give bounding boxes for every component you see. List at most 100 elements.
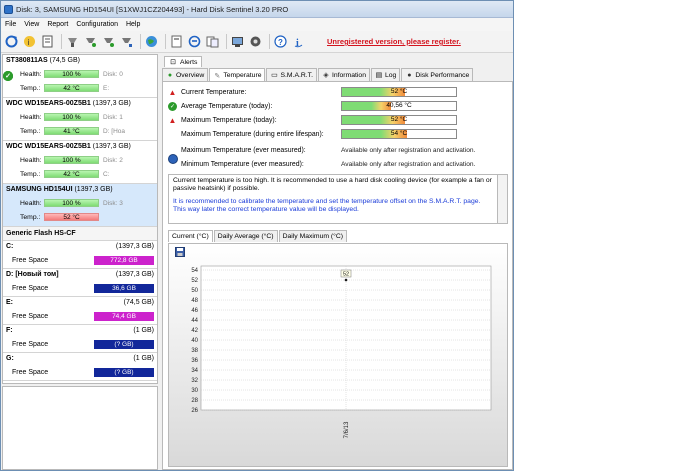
about-icon[interactable]: i [291,34,306,49]
y-tick-label: 52 [191,278,198,284]
main-window: Disk: 3, SAMSUNG HD154UI [S1XWJ1CZ204493… [0,0,514,471]
chart-tab-daily-maximum[interactable]: Daily Maximum (°C) [278,230,348,242]
menu-report[interactable]: Report [47,21,68,28]
chart-tab-daily-average[interactable]: Daily Average (°C) [213,230,278,242]
disk-info-icon[interactable]: i [22,34,37,49]
tab-log[interactable]: ▤ Log [370,68,401,81]
volume-letter: F: [6,327,13,334]
current-temp-row: ▲ Current Temperature: 52 °C [168,86,508,98]
disk-number: Disk: 3 [103,199,123,207]
health-ok-icon: ✓ [3,71,13,81]
y-tick-label: 38 [191,348,198,354]
min-ever-row: Minimum Temperature (ever measured): Ava… [168,158,508,170]
volume-letter: C: [6,243,14,250]
max-ever-label: Maximum Temperature (ever measured): [181,146,306,154]
options-icon[interactable] [230,34,245,49]
y-tick-label: 32 [191,378,198,384]
message-scrollbar[interactable] [498,174,508,224]
web-icon[interactable] [144,34,159,49]
chart-tab-current[interactable]: Current (°C) [168,230,213,242]
y-tick-label: 28 [191,398,198,404]
max-today-label: Maximum Temperature (today): [181,116,277,124]
menu-configuration[interactable]: Configuration [76,21,118,28]
temp-label: Temp.: [20,127,41,135]
drive-letter: C: [103,170,110,178]
repair-icon[interactable] [101,34,116,49]
ok-icon: ✓ [168,101,177,111]
help-icon[interactable]: ? [273,34,288,49]
drive-letter: D: [Hoa [103,127,126,135]
save-report-icon[interactable] [169,34,184,49]
volume-item-f[interactable]: F: (1 GB) Free Space (? GB) [3,325,157,353]
tab-overview[interactable]: ● Overview [162,68,209,81]
tab-bar: ● Overview ✎ Temperature ▭ S.M.A.R.T. ◈ Info… [162,68,474,82]
volume-letter: D: [Новый том] [6,271,59,278]
tab-label: Information [331,71,366,79]
tab-alerts[interactable]: ⊡ Alerts [164,56,203,67]
y-tick-label: 40 [191,338,198,344]
alert-icon: ⊡ [170,59,176,66]
disk-size: (1397,3 GB) [92,143,131,150]
flash-drive-header[interactable]: Generic Flash HS-CF [3,227,157,241]
current-temp-value: 52 °C [390,88,408,95]
max-lifespan-label: Maximum Temperature (during entire lifes… [181,130,324,138]
disk-name: WDC WD15EARS-00Z5B1 [6,143,91,150]
copy-icon[interactable] [205,34,220,49]
volume-item-e[interactable]: E: (74,5 GB) Free Space 74,4 GB [3,297,157,325]
disk-name: SAMSUNG HD154UI [6,186,73,193]
menu-help[interactable]: Help [126,21,140,28]
svg-text:i: i [28,38,30,47]
tab-disk-performance[interactable]: ● Disk Performance [401,68,474,81]
menu-view[interactable]: View [24,21,39,28]
max-today-row: ▲ Maximum Temperature (today): 52 °C [168,114,508,126]
log-icon: ▤ [375,72,383,79]
tab-label: Log [384,71,397,79]
average-temp-value: 40,56 °C [386,102,412,109]
disk-item-0[interactable]: ST380811AS (74,5 GB) ✓ Health:100 %Disk:… [3,55,157,98]
disk-size: (74,5 GB) [49,57,80,64]
free-space-label: Free Space [12,312,49,320]
data-label: 52 [343,272,349,278]
drive-letter: E: [103,84,110,92]
register-link[interactable]: Unregistered version, please register. [327,37,461,46]
report-icon[interactable] [40,34,55,49]
free-space-label: Free Space [12,256,49,264]
warning-icon: ▲ [168,87,177,97]
current-temp-bar: 52 °C [341,87,457,97]
monitor-icon[interactable] [248,34,263,49]
min-ever-value: Available only after registration and ac… [341,160,476,168]
disk-item-1[interactable]: WDC WD15EARS-00Z5B1 (1397,3 GB) ✓ Health… [3,71,157,141]
chart-svg: 54 52 50 48 46 44 42 40 38 36 34 32 30 28 26 7/6/13 52 [191,265,492,438]
volume-item-d[interactable]: D: [Новый том] (1397,3 GB) Free Space 36,6… [3,269,157,297]
tab-information[interactable]: ◈ Information [317,68,370,81]
toolbar-separator [226,34,227,49]
disk-list-panel: ST380811AS (74,5 GB) ✓ Health:100 %Disk:… [2,54,158,384]
disk-item-3[interactable]: SAMSUNG HD154UI (1397,3 GB) ✓ Health: 100… [3,71,157,227]
surface-test-icon[interactable] [83,34,98,49]
tab-label: Overview [176,71,205,79]
refresh-icon[interactable] [4,34,19,49]
disk-item-2[interactable]: WDC WD15EARS-00Z5B1 (1397,3 GB) ✓ Health… [3,71,157,184]
max-lifespan-value: 54 °C [390,130,408,137]
send-icon[interactable] [187,34,202,49]
health-label: Health: [20,113,42,121]
test-icon[interactable] [65,34,80,49]
menu-bar: File View Report Configuration Help [1,18,513,31]
toolbar-separator [269,34,270,49]
average-temp-row: ✓ Average Temperature (today): 40,56 °C [168,100,508,112]
message-line-2: It is recommended to calibrate the tempe… [173,197,481,214]
volume-item-g[interactable]: G: (1 GB) Free Space (? GB) [3,353,157,381]
temp-label: Temp.: [20,213,41,221]
tab-smart[interactable]: ▭ S.M.A.R.T. [266,68,317,81]
average-temp-label: Average Temperature (today): [181,102,273,110]
free-space-bar: 772,8 GB [94,255,154,265]
tab-label: S.M.A.R.T. [280,71,313,79]
volume-item-c[interactable]: C: (1397,3 GB) Free Space 772,8 GB [3,241,157,269]
volume-letter: G: [6,355,14,362]
y-tick-label: 50 [191,288,198,294]
menu-file[interactable]: File [5,21,16,28]
volume-size: (1 GB) [133,355,154,362]
tab-temperature[interactable]: ✎ Temperature [209,68,266,82]
tools-icon[interactable] [119,34,134,49]
health-bar: 100 % [44,70,99,78]
